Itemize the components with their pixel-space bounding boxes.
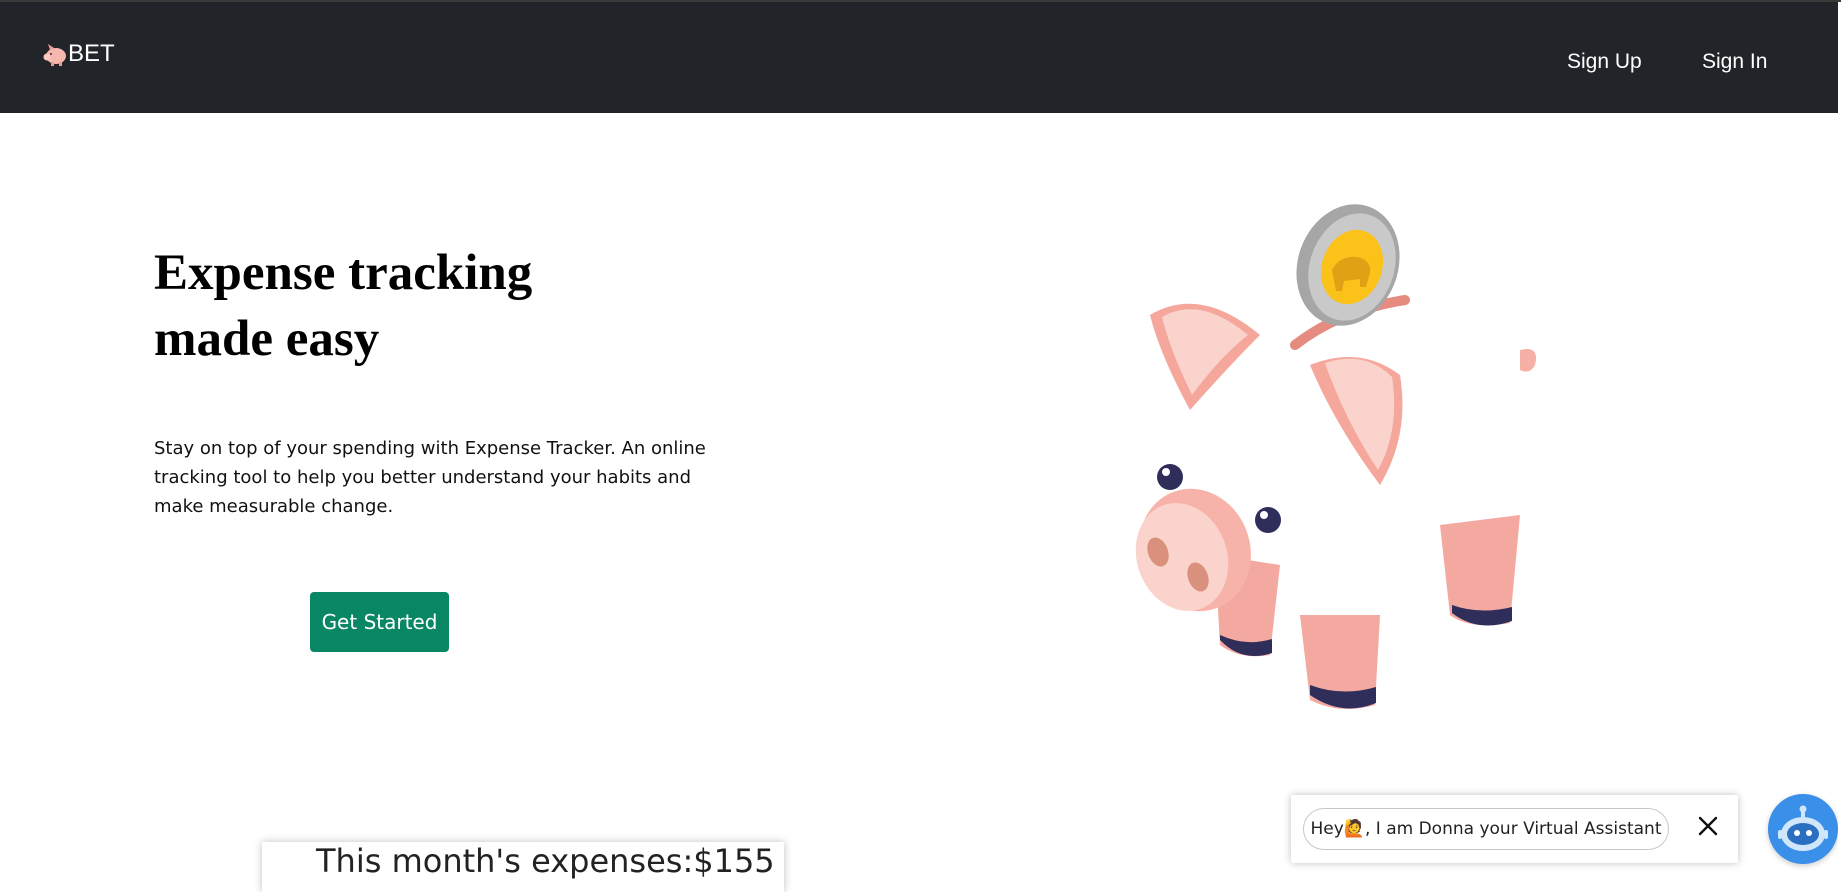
- piggy-bank-icon: [42, 42, 68, 66]
- assistant-greeting[interactable]: Hey 🙋 , I am Donna your Virtual Assistan…: [1303, 808, 1669, 850]
- brand-link[interactable]: BET: [42, 40, 115, 68]
- sign-up-link[interactable]: Sign Up: [1567, 50, 1642, 74]
- brand-name: BET: [68, 40, 115, 67]
- wave-icon: 🙋: [1343, 819, 1365, 839]
- robot-icon: [1768, 805, 1838, 867]
- get-started-button[interactable]: Get Started: [310, 592, 449, 652]
- assistant-close-button[interactable]: [1694, 812, 1722, 840]
- assistant-greeting-text: , I am Donna your Virtual Assistant: [1364, 819, 1662, 839]
- monthly-expenses-label: This month's expenses:$155: [316, 842, 775, 880]
- sign-in-link[interactable]: Sign In: [1702, 50, 1767, 74]
- hero-title-line-1: Expense tracking: [154, 245, 533, 301]
- virtual-assistant-popup: Hey 🙋 , I am Donna your Virtual Assistan…: [1291, 795, 1738, 863]
- piggy-bank-illustration: [1120, 195, 1560, 730]
- hero-title-line-2: made easy: [154, 311, 380, 367]
- close-icon: [1694, 816, 1722, 843]
- hero-description: Stay on top of your spending with Expens…: [154, 438, 706, 517]
- navbar: BET Sign Up Sign In: [0, 2, 1838, 113]
- assistant-greeting-prefix: Hey: [1310, 819, 1344, 839]
- hero-title: Expense tracking made easy: [154, 240, 674, 372]
- chatbot-launcher-button[interactable]: [1768, 794, 1838, 864]
